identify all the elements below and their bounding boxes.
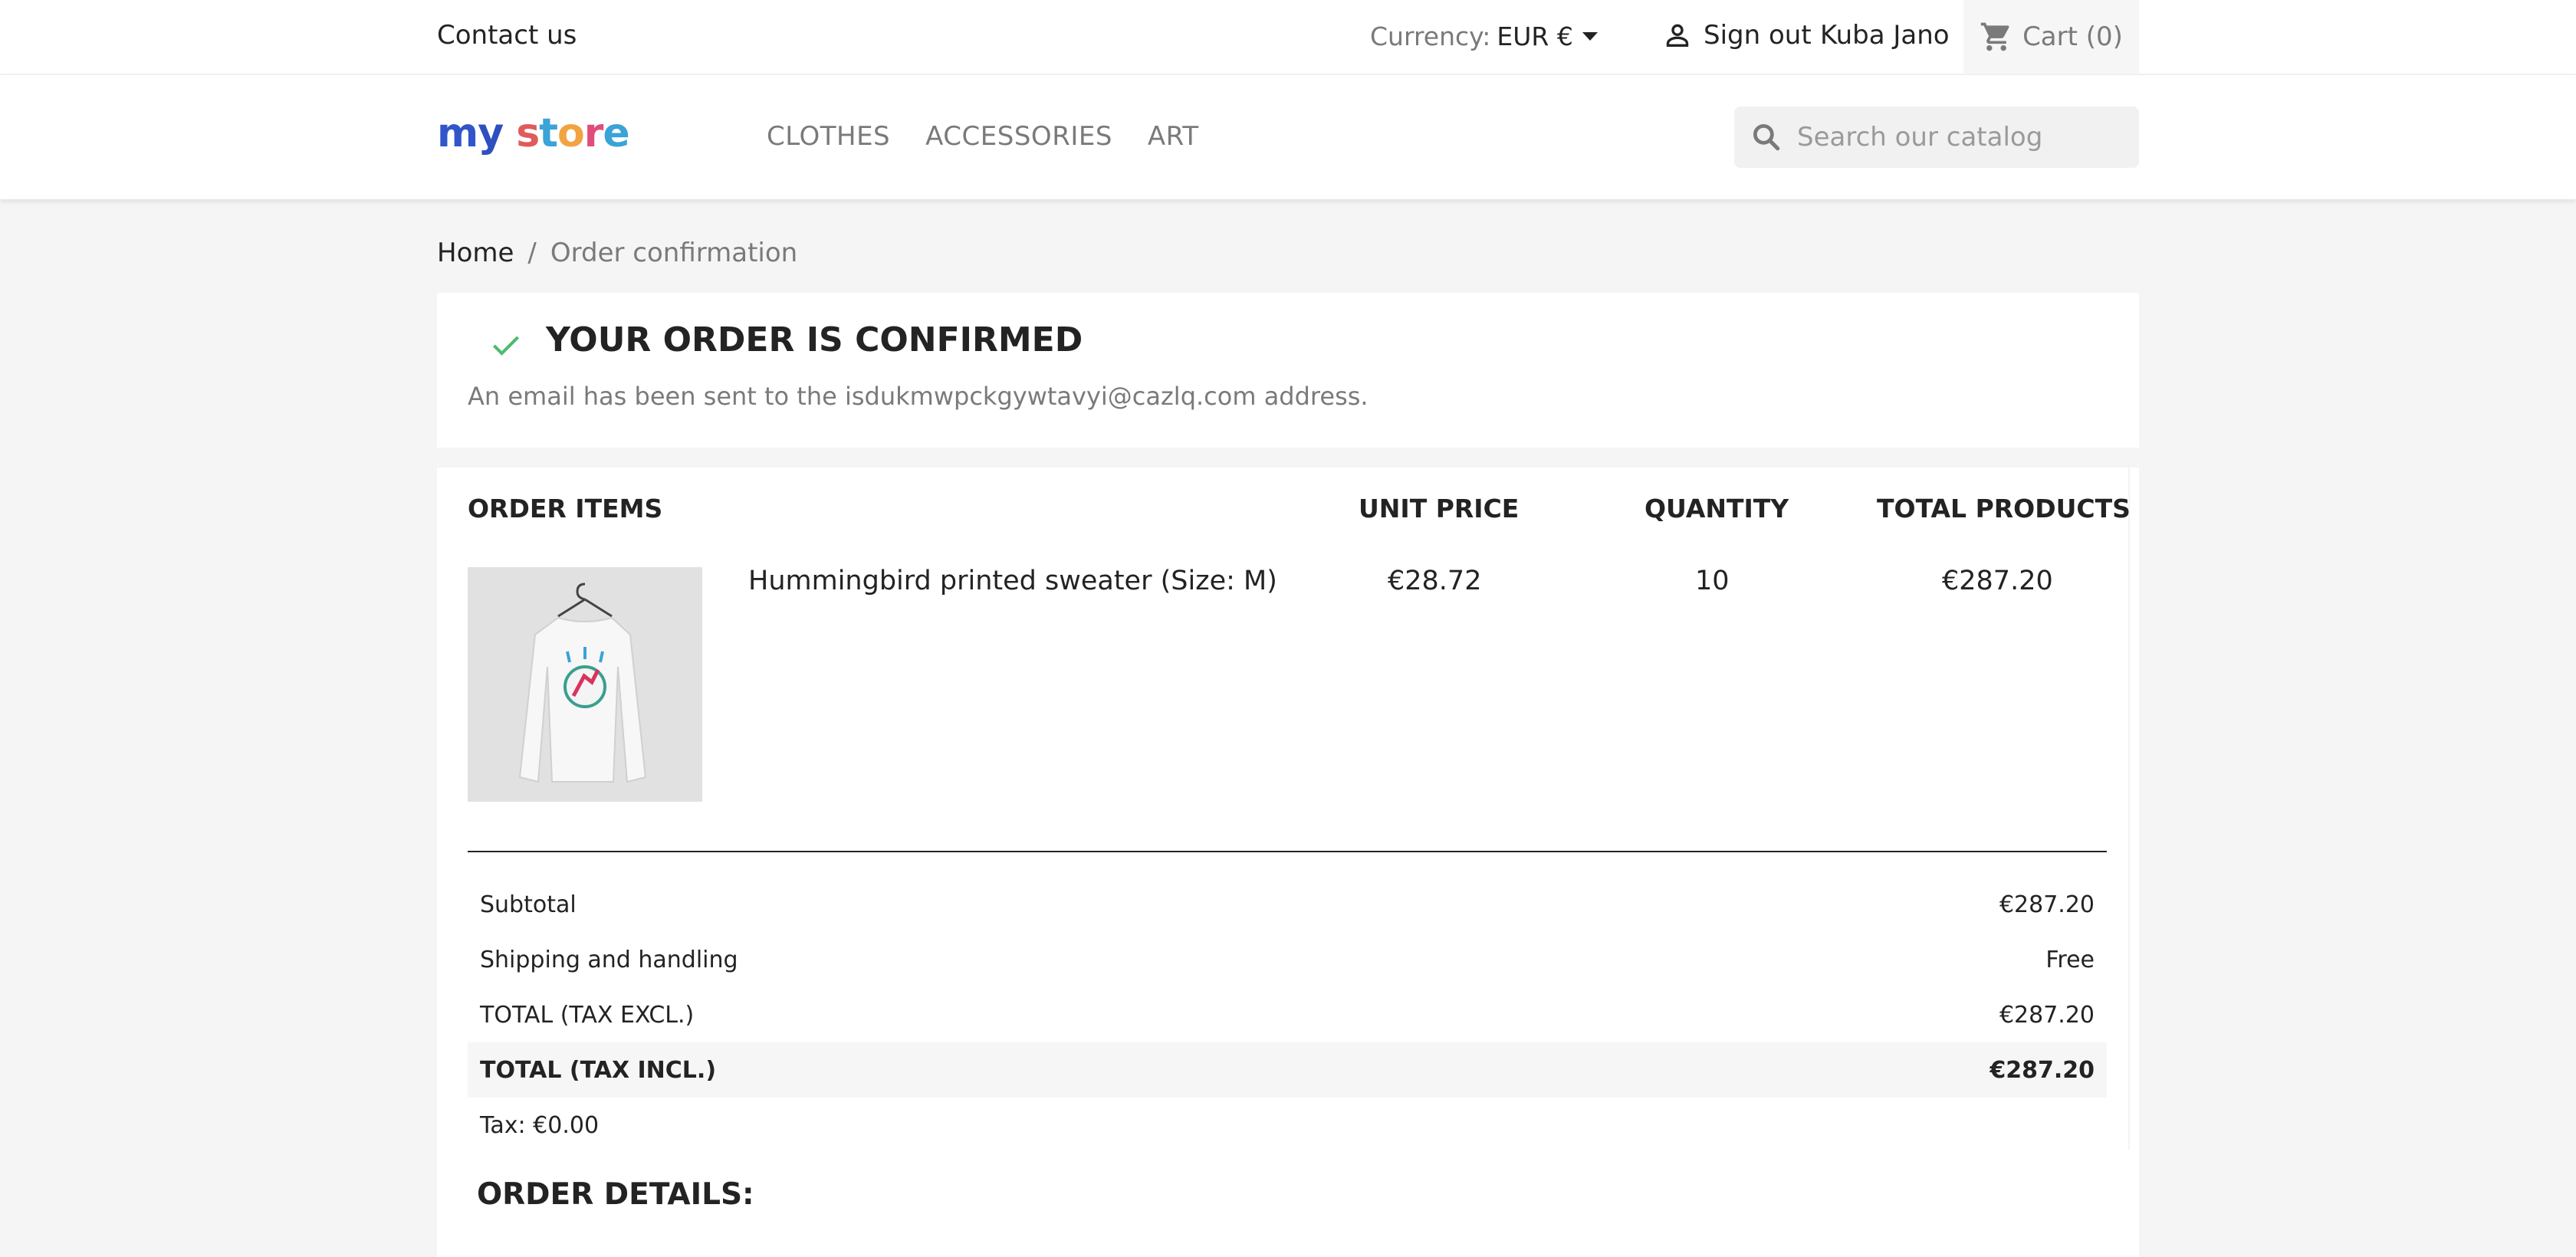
column-header-total-products: TOTAL PRODUCTS [1877,494,2131,523]
nav-art[interactable]: ART [1148,121,1199,152]
logo-letter: m [437,110,478,156]
sweater-image [468,567,702,802]
totals-divider [468,851,2107,852]
total-tax-excl-row: TOTAL (TAX EXCL.) €287.20 [468,987,2107,1042]
subtotal-value: €287.20 [1999,891,2095,918]
logo-letter: y [478,110,504,156]
breadcrumb-current: Order confirmation [550,238,798,268]
top-bar: Contact us Currency: EUR € Sign out Kuba… [0,0,2576,75]
confirmation-email-text: An email has been sent to the isdukmwpck… [468,382,1368,411]
logo-letter: o [557,110,585,156]
main-navigation: CLOTHES ACCESSORIES ART [767,121,1199,152]
order-items-card: ORDER ITEMS UNIT PRICE QUANTITY TOTAL PR… [437,468,2139,1257]
tax-row: Tax: €0.00 [468,1098,2107,1153]
nav-clothes[interactable]: CLOTHES [767,121,890,152]
checkmark-icon [492,336,520,356]
shopping-cart-icon [1980,22,2009,51]
column-header-unit-price: UNIT PRICE [1359,494,1520,523]
breadcrumb: Home / Order confirmation [437,238,797,268]
total-tax-incl-value: €287.20 [1990,1056,2095,1084]
currency-selector[interactable]: Currency: EUR € [1370,21,1598,51]
product-image [468,567,702,802]
tax-label: Tax: €0.00 [480,1111,600,1139]
card-divider-line [2128,468,2130,1150]
caret-down-icon [1582,32,1598,41]
breadcrumb-home[interactable]: Home [437,238,514,268]
main-header: my store CLOTHES ACCESSORIES ART [0,75,2576,199]
total-tax-incl-row: TOTAL (TAX INCL.) €287.20 [468,1042,2107,1098]
cart-label: Cart (0) [2022,21,2123,52]
shipping-value: Free [2045,946,2095,973]
column-header-order-items: ORDER ITEMS [468,494,663,523]
logo-letter [503,110,516,156]
nav-accessories[interactable]: ACCESSORIES [925,121,1112,152]
currency-value: EUR € [1497,21,1573,51]
search-icon[interactable] [1750,120,1783,154]
total-tax-excl-value: €287.20 [1999,1001,2095,1029]
cart-button[interactable]: Cart (0) [1963,0,2139,74]
total-tax-excl-label: TOTAL (TAX EXCL.) [480,1001,695,1029]
search-input[interactable] [1796,121,2136,153]
product-quantity: 10 [1695,566,1730,596]
currency-label: Currency: [1370,21,1491,51]
subtotal-label: Subtotal [480,891,577,918]
confirmation-title: YOUR ORDER IS CONFIRMED [546,320,1083,359]
product-unit-price: €28.72 [1388,566,1482,596]
total-tax-incl-label: TOTAL (TAX INCL.) [480,1056,717,1084]
logo-letter: t [539,110,558,156]
order-details-heading: ORDER DETAILS: [477,1177,754,1212]
sign-out-label: Sign out [1704,20,1812,51]
logo-letter: r [583,110,604,156]
account-name-link[interactable]: Kuba Jano [1820,20,1950,51]
store-logo[interactable]: my store [437,110,630,156]
shipping-label: Shipping and handling [480,946,738,973]
contact-us-link[interactable]: Contact us [437,20,577,51]
order-confirmed-card: YOUR ORDER IS CONFIRMED An email has bee… [437,293,2139,448]
user-icon [1666,24,1689,47]
product-name[interactable]: Hummingbird printed sweater (Size: M) [748,566,1277,596]
column-header-quantity: QUANTITY [1644,494,1789,523]
product-total: €287.20 [1942,566,2053,596]
subtotal-row: Subtotal €287.20 [468,877,2107,932]
logo-letter: e [603,110,629,156]
search-box [1734,107,2139,168]
sign-out-link[interactable]: Sign out [1662,20,1812,51]
shipping-row: Shipping and handling Free [468,932,2107,987]
logo-letter: s [516,110,540,156]
breadcrumb-separator: / [527,238,537,268]
